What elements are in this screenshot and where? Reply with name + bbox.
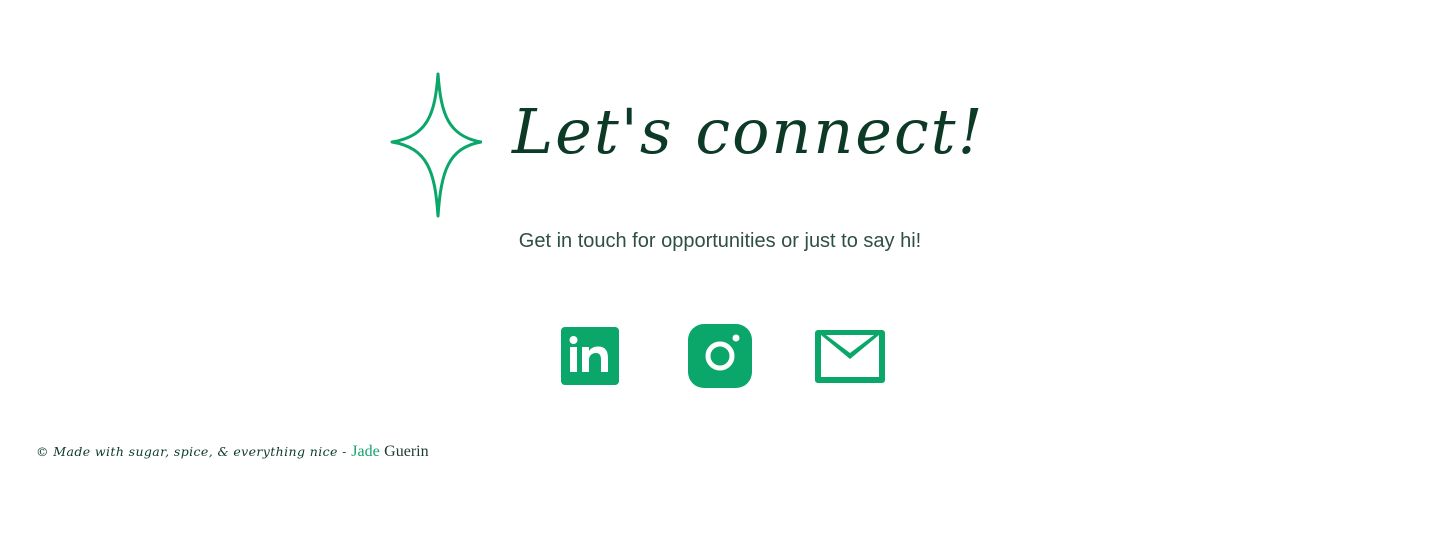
mail-icon [815, 330, 885, 383]
sparkle-icon [390, 72, 482, 218]
instagram-link[interactable] [686, 322, 754, 390]
instagram-icon [688, 324, 752, 388]
footer: © Made with sugar, spice, & everything n… [36, 441, 429, 463]
email-link[interactable] [813, 322, 887, 390]
footer-first-name: Jade [351, 443, 380, 460]
contact-subtitle: Get in touch for opportunities or just t… [518, 230, 922, 252]
linkedin-link[interactable] [558, 322, 622, 390]
footer-last-name: Guerin [384, 443, 429, 460]
contact-heading: Let's connect! [512, 95, 985, 168]
footer-credit: © Made with sugar, spice, & everything n… [36, 444, 347, 459]
linkedin-icon [561, 327, 619, 385]
